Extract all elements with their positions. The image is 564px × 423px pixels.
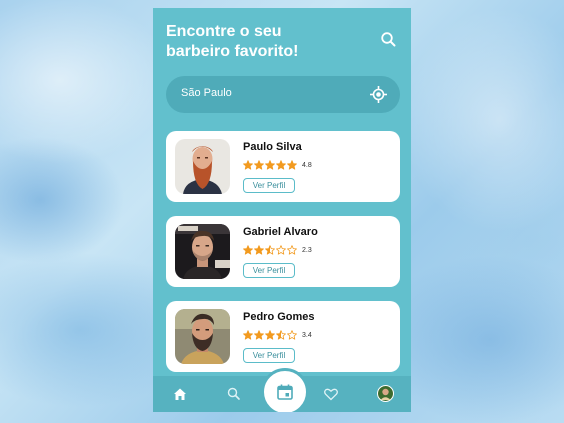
search-icon (227, 387, 240, 400)
barber-name: Paulo Silva (243, 141, 302, 153)
star-full-icon (243, 245, 253, 255)
star-half-icon (276, 330, 286, 340)
locate-me-button[interactable] (369, 85, 388, 104)
page-title: Encontre o seu barbeiro favorito! (166, 22, 366, 62)
barber-photo (175, 139, 230, 194)
barber-card[interactable]: Gabriel Alvaro 2.3 Ver Perfil (166, 216, 400, 287)
star-full-icon (265, 160, 275, 170)
star-full-icon (287, 160, 297, 170)
star-full-icon (254, 330, 264, 340)
nav-search[interactable] (226, 386, 242, 402)
star-rating: 4.8 (243, 159, 312, 171)
page-title-line2: barbeiro favorito! (166, 43, 299, 60)
barber-name: Gabriel Alvaro (243, 226, 318, 238)
location-field[interactable]: São Paulo (166, 76, 400, 113)
location-value[interactable]: São Paulo (181, 87, 232, 99)
rating-value: 3.4 (302, 331, 312, 339)
rating-value: 2.3 (302, 246, 312, 254)
star-rating: 3.4 (243, 329, 312, 341)
star-full-icon (243, 160, 253, 170)
star-rating: 2.3 (243, 244, 312, 256)
star-empty-icon (276, 245, 286, 255)
search-button[interactable] (379, 30, 399, 50)
barber-photo (175, 309, 230, 364)
view-profile-button[interactable]: Ver Perfil (243, 348, 295, 363)
star-empty-icon (287, 330, 297, 340)
star-empty-icon (287, 245, 297, 255)
star-full-icon (243, 330, 253, 340)
star-full-icon (254, 160, 264, 170)
barber-card[interactable]: Pedro Gomes 3.4 Ver Perfil (166, 301, 400, 372)
nav-appointments[interactable] (261, 368, 309, 412)
search-icon (381, 32, 396, 47)
star-full-icon (265, 330, 275, 340)
view-profile-button[interactable]: Ver Perfil (243, 178, 295, 193)
profile-avatar (377, 385, 394, 402)
calendar-icon (277, 384, 293, 400)
barber-card[interactable]: Paulo Silva 4.8 Ver Perfil (166, 131, 400, 202)
app-screen: Encontre o seu barbeiro favorito! São Pa… (153, 8, 411, 412)
heart-icon (324, 388, 338, 401)
star-full-icon (276, 160, 286, 170)
star-full-icon (254, 245, 264, 255)
home-icon (174, 388, 186, 400)
rating-value: 4.8 (302, 161, 312, 169)
barber-name: Pedro Gomes (243, 311, 315, 323)
nav-profile[interactable] (377, 385, 394, 402)
view-profile-button[interactable]: Ver Perfil (243, 263, 295, 278)
nav-home[interactable] (172, 386, 188, 402)
gps-crosshair-icon (370, 86, 387, 103)
star-half-icon (265, 245, 275, 255)
barber-photo (175, 224, 230, 279)
page-title-line1: Encontre o seu (166, 23, 282, 40)
nav-favorites[interactable] (323, 386, 339, 402)
